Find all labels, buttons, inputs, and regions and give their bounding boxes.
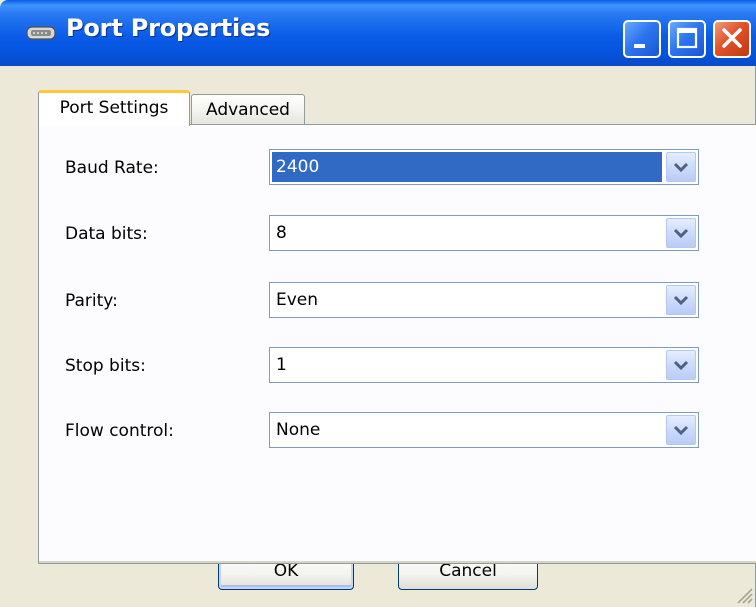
tab-advanced[interactable]: Advanced [191, 94, 305, 125]
chevron-down-icon [673, 228, 689, 239]
flow-control-combobox[interactable]: None [269, 412, 699, 448]
chevron-down-icon [673, 162, 689, 173]
window-title: Port Properties [66, 14, 271, 42]
resize-grip-icon[interactable] [732, 583, 754, 605]
baud-rate-dropdown-button[interactable] [666, 152, 696, 182]
stop-bits-label: Stop bits: [65, 356, 146, 376]
chevron-down-icon [673, 360, 689, 371]
baud-rate-combobox[interactable]: 2400 [269, 149, 699, 185]
tab-port-settings[interactable]: Port Settings [38, 90, 190, 126]
baud-rate-value: 2400 [272, 152, 662, 182]
parity-combobox[interactable]: Even [269, 282, 699, 318]
serial-port-icon [26, 26, 56, 40]
data-bits-combobox[interactable]: 8 [269, 215, 699, 251]
port-settings-panel: Baud Rate: 2400 Data bits: 8 Parity: Eve… [38, 124, 756, 564]
port-properties-window: Port Properties Port Settings Advanced B… [0, 0, 756, 607]
stop-bits-dropdown-button[interactable] [666, 350, 696, 380]
close-button[interactable] [713, 20, 751, 58]
stop-bits-combobox[interactable]: 1 [269, 347, 699, 383]
stop-bits-value: 1 [276, 355, 287, 375]
chevron-down-icon [673, 425, 689, 436]
flow-control-label: Flow control: [65, 421, 174, 441]
maximize-icon [676, 27, 698, 49]
parity-label: Parity: [65, 291, 118, 311]
flow-control-dropdown-button[interactable] [666, 415, 696, 445]
minimize-button[interactable] [623, 20, 661, 58]
parity-value: Even [276, 290, 319, 310]
baud-rate-label: Baud Rate: [65, 158, 159, 178]
close-icon [722, 28, 742, 48]
maximize-button[interactable] [668, 20, 706, 58]
dialog-client-area: Port Settings Advanced Baud Rate: 2400 D… [12, 66, 756, 607]
data-bits-label: Data bits: [65, 224, 148, 244]
parity-dropdown-button[interactable] [666, 285, 696, 315]
flow-control-value: None [276, 420, 321, 440]
data-bits-value: 8 [276, 223, 287, 243]
minimize-icon [634, 44, 645, 48]
chevron-down-icon [673, 295, 689, 306]
data-bits-dropdown-button[interactable] [666, 218, 696, 248]
title-bar[interactable]: Port Properties [0, 0, 756, 66]
